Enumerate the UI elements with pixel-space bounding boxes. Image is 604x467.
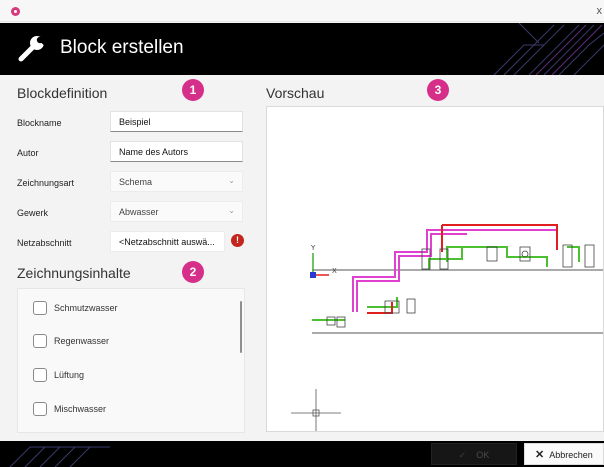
ucs-axes-icon: Y X	[310, 244, 337, 278]
gewerk-select[interactable]: Abwasser ⌄	[110, 201, 243, 222]
cad-preview-drawing: Y X	[291, 224, 603, 431]
checkbox[interactable]	[33, 301, 47, 315]
autor-input[interactable]: Name des Autors	[110, 141, 243, 162]
crosshair-cursor	[291, 389, 341, 431]
dialog-header: Block erstellen	[0, 23, 604, 75]
cancel-button[interactable]: ✕ Abbrechen	[524, 443, 604, 465]
window-close-button[interactable]: x	[597, 3, 603, 19]
netzabschnitt-label: Netzabschnitt	[17, 238, 72, 248]
list-scrollbar[interactable]	[240, 301, 242, 353]
vorschau-title: Vorschau	[266, 85, 325, 101]
checkbox[interactable]	[33, 368, 47, 382]
zeichnungsinhalte-title: Zeichnungsinhalte	[17, 265, 131, 281]
step-badge-2: 2	[182, 261, 204, 283]
ok-button[interactable]: ✓ OK	[431, 443, 517, 465]
blockdefinition-title: Blockdefinition	[17, 85, 108, 101]
list-item-label: Schmutzwasser	[54, 303, 118, 313]
autor-label: Autor	[17, 148, 39, 158]
zeichnungsart-label: Zeichnungsart	[17, 178, 75, 188]
dialog-title: Block erstellen	[60, 37, 184, 58]
zeichnungsinhalte-list[interactable]: Schmutzwasser Regenwasser Lüftung Mischw…	[17, 288, 245, 433]
fixture-symbols	[326, 244, 595, 328]
close-icon: ✕	[535, 449, 545, 461]
error-icon: !	[231, 234, 244, 247]
window-titlebar: x	[0, 0, 604, 22]
step-badge-1: 1	[182, 79, 204, 101]
blockname-input[interactable]: Beispiel	[110, 111, 243, 132]
autor-value: Name des Autors	[119, 147, 189, 157]
list-item-label: Mischwasser	[54, 404, 107, 414]
circuit-decoration-footer	[10, 446, 110, 467]
zeichnungsart-select[interactable]: Schema ⌄	[110, 171, 243, 192]
chevron-down-icon: ⌄	[228, 206, 235, 215]
wrench-icon	[18, 35, 47, 62]
circuit-decoration	[493, 23, 604, 75]
checkbox[interactable]	[33, 334, 47, 348]
gewerk-label: Gewerk	[17, 208, 49, 218]
netzabschnitt-value: <Netzabschnitt auswä...	[119, 237, 215, 247]
blockname-label: Blockname	[17, 118, 62, 128]
checkbox[interactable]	[33, 402, 47, 416]
gewerk-value: Abwasser	[119, 207, 159, 217]
pipe-network	[312, 224, 580, 321]
netzabschnitt-select[interactable]: <Netzabschnitt auswä...	[110, 231, 225, 252]
chevron-down-icon: ⌄	[228, 176, 235, 185]
x-axis-label: X	[332, 267, 337, 275]
ok-label: OK	[476, 450, 490, 460]
y-axis-label: Y	[310, 244, 316, 252]
app-icon	[11, 7, 20, 16]
check-icon: ✓	[458, 450, 467, 460]
list-item-label: Regenwasser	[54, 336, 110, 346]
cancel-label: Abbrechen	[549, 450, 593, 460]
preview-canvas[interactable]: Y X	[266, 106, 604, 432]
list-item-label: Lüftung	[54, 370, 85, 380]
dialog-footer: ✓ OK ✕ Abbrechen	[0, 441, 604, 467]
step-badge-3: 3	[427, 79, 449, 101]
zeichnungsart-value: Schema	[119, 177, 153, 187]
